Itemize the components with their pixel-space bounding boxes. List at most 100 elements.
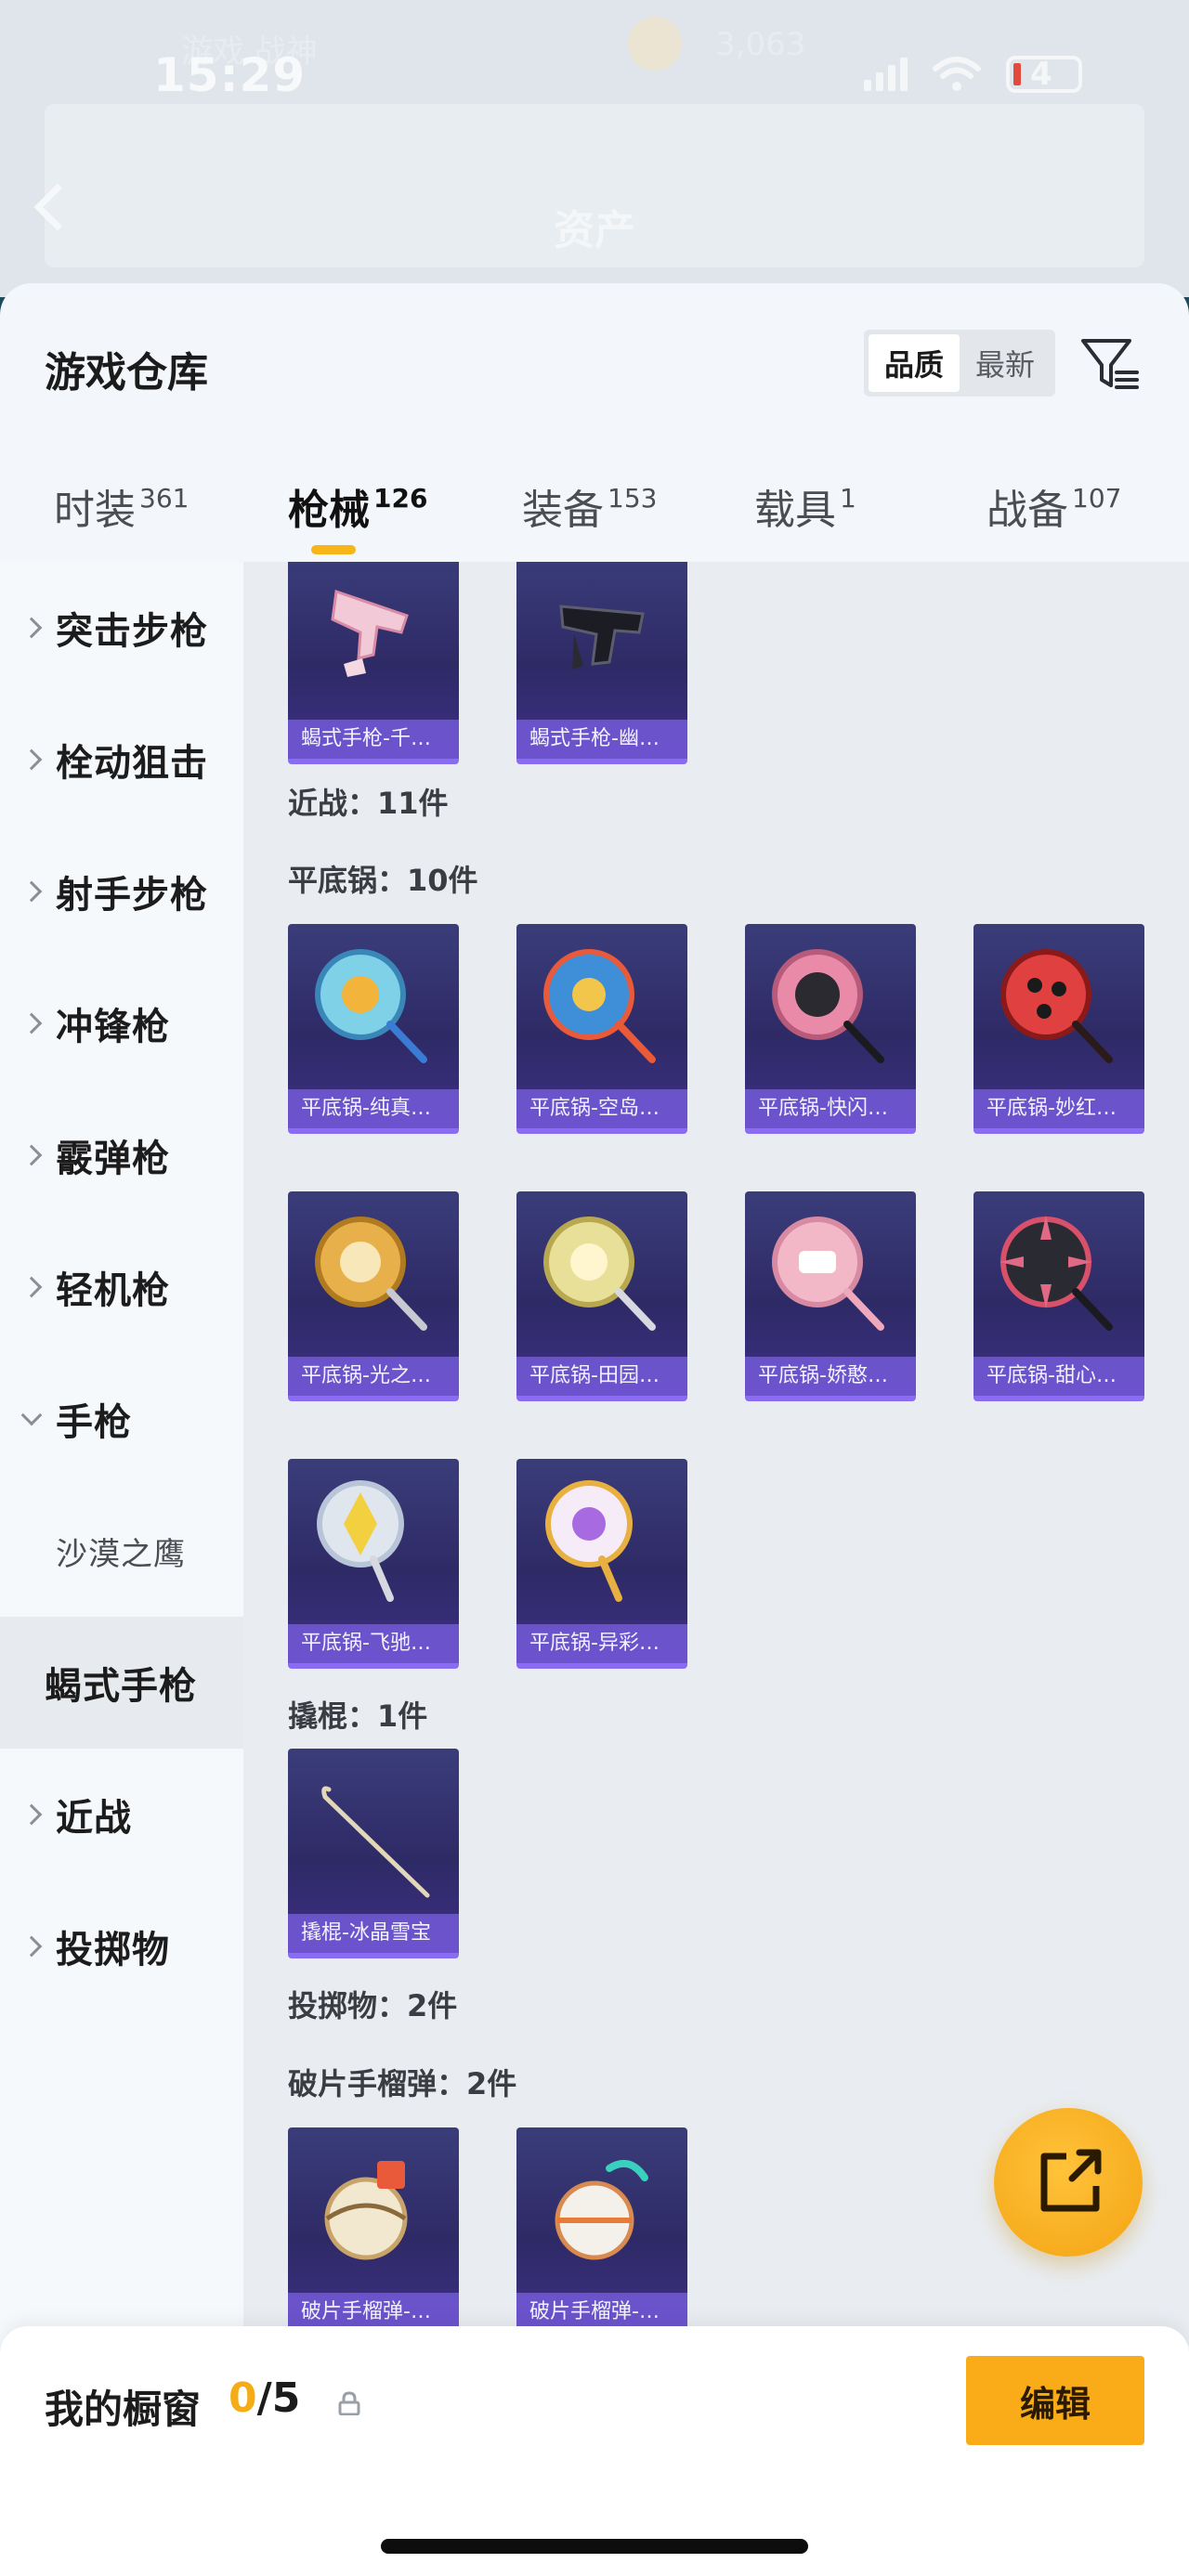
scorpion-pistol-dark-icon xyxy=(559,605,645,670)
sidebar-item-marksman-rifle[interactable]: 射手步枪 xyxy=(0,826,243,957)
item-card[interactable]: 平底锅-快闪… xyxy=(745,924,916,1134)
sidebar-item-pistol[interactable]: 手枪 xyxy=(0,1353,243,1485)
item-card-name: 蝎式手枪-千… xyxy=(288,720,459,759)
chevron-right-icon xyxy=(20,1276,43,1298)
wifi-icon xyxy=(933,57,981,91)
section-header-throwables: 投掷物：2件 xyxy=(288,1988,458,2023)
tab-count: 153 xyxy=(608,483,658,514)
item-card[interactable]: 破片手榴弹-… xyxy=(288,2127,459,2337)
showcase-count-total: /5 xyxy=(256,2374,301,2422)
frying-pan-icon xyxy=(772,1216,884,1331)
item-card[interactable]: 蝎式手枪-幽… xyxy=(516,562,687,764)
sidebar-item-bolt-sniper[interactable]: 栓动狙击 xyxy=(0,694,243,826)
sidebar-item-shotgun[interactable]: 霰弹枪 xyxy=(0,1089,243,1221)
battery-icon: 4 xyxy=(1006,56,1082,93)
tab-count: 107 xyxy=(1072,483,1122,514)
sidebar-item-label: 射手步枪 xyxy=(56,874,208,917)
frying-pan-icon xyxy=(315,1216,427,1331)
coin-icon xyxy=(628,17,682,71)
tab-label: 枪械 xyxy=(288,487,370,534)
tab-firearms[interactable]: 枪械 126 xyxy=(288,476,427,536)
item-card[interactable]: 平底锅-纯真… xyxy=(288,924,459,1134)
tab-equipment[interactable]: 装备 153 xyxy=(522,476,657,536)
item-card[interactable]: 蝎式手枪-千… xyxy=(288,562,459,764)
chevron-right-icon xyxy=(20,748,43,771)
sidebar-item-lmg[interactable]: 轻机枪 xyxy=(0,1221,243,1353)
sidebar-item-assault-rifle[interactable]: 突击步枪 xyxy=(0,562,243,694)
frag-grenade-icon xyxy=(324,2161,408,2260)
tab-fashion[interactable]: 时装 361 xyxy=(54,476,189,536)
showcase-count-current: 0 xyxy=(229,2374,257,2422)
sidebar-item-melee[interactable]: 近战 xyxy=(0,1749,243,1880)
status-time: 15:29 xyxy=(153,48,307,102)
share-external-icon xyxy=(1040,2149,1102,2212)
sort-toggle: 品质 最新 xyxy=(864,330,1055,397)
sidebar-subitem-desert-eagle[interactable]: 沙漠之鹰 xyxy=(0,1485,243,1617)
sidebar-item-label: 冲锋枪 xyxy=(56,1006,170,1048)
cellular-signal-icon xyxy=(864,58,908,91)
chevron-down-icon xyxy=(20,1404,43,1426)
section-header-crowbar: 撬棍：1件 xyxy=(288,1698,428,1734)
sidebar-item-label: 蝎式手枪 xyxy=(45,1665,197,1708)
sidebar-item-label: 沙漠之鹰 xyxy=(56,1535,186,1573)
tab-count: 361 xyxy=(139,483,189,514)
frying-pan-icon xyxy=(543,949,656,1063)
item-card-name: 平底锅-空岛… xyxy=(516,1089,687,1128)
item-card[interactable]: 撬棍-冰晶雪宝 xyxy=(288,1749,459,1958)
item-card[interactable]: 平底锅-娇憨… xyxy=(745,1191,916,1401)
frying-pan-icon xyxy=(545,1480,633,1602)
section-header-pan: 平底锅：10件 xyxy=(288,863,478,898)
section-header-frag-grenade: 破片手榴弹：2件 xyxy=(288,2066,517,2101)
item-card[interactable]: 平底锅-甜心… xyxy=(973,1191,1144,1401)
item-card-name: 平底锅-快闪… xyxy=(745,1089,916,1128)
item-card[interactable]: 平底锅-妙红… xyxy=(973,924,1144,1134)
item-card[interactable]: 平底锅-空岛… xyxy=(516,924,687,1134)
item-card[interactable]: 破片手榴弹-… xyxy=(516,2127,687,2337)
tab-vehicles[interactable]: 载具 1 xyxy=(754,476,856,536)
frying-pan-icon xyxy=(772,949,884,1063)
crowbar-icon xyxy=(321,1786,430,1898)
edit-button[interactable]: 编辑 xyxy=(966,2356,1144,2445)
chevron-right-icon xyxy=(20,1803,43,1826)
tab-combat-supplies[interactable]: 战备 107 xyxy=(986,476,1121,536)
showcase-title: 我的橱窗 xyxy=(45,2387,202,2432)
sidebar-item-label: 轻机枪 xyxy=(56,1269,170,1312)
share-fab-button[interactable] xyxy=(994,2108,1143,2257)
active-tab-indicator xyxy=(311,545,356,554)
frying-pan-icon xyxy=(543,1216,656,1331)
warehouse-sheet: 游戏仓库 品质 最新 时装 361 枪械 126 装备 153 载具 1 战备 107 突… xyxy=(0,283,1189,2576)
lock-icon xyxy=(338,2391,360,2415)
background-page: 游戏 战神 3,063 15:29 4 资产 xyxy=(0,0,1189,297)
frying-pan-icon xyxy=(1000,1216,1113,1331)
sidebar-subitem-scorpion-pistol[interactable]: 蝎式手枪 xyxy=(0,1617,243,1749)
item-card[interactable]: 平底锅-异彩… xyxy=(516,1459,687,1669)
home-indicator xyxy=(381,2539,808,2554)
item-card-name: 平底锅-田园… xyxy=(516,1357,687,1396)
sidebar-item-throwables[interactable]: 投掷物 xyxy=(0,1880,243,2012)
section-header-melee: 近战：11件 xyxy=(288,786,449,821)
item-card[interactable]: 平底锅-飞驰… xyxy=(288,1459,459,1669)
item-card-name: 平底锅-飞驰… xyxy=(288,1624,459,1663)
item-card-name: 平底锅-妙红… xyxy=(973,1089,1144,1128)
item-card[interactable]: 平底锅-光之… xyxy=(288,1191,459,1401)
item-card[interactable]: 平底锅-田园… xyxy=(516,1191,687,1401)
status-icons: 4 xyxy=(864,56,1082,93)
tab-count: 1 xyxy=(840,483,856,514)
chevron-right-icon xyxy=(20,1935,43,1958)
sort-quality-button[interactable]: 品质 xyxy=(869,334,960,392)
item-card-name: 平底锅-娇憨… xyxy=(745,1357,916,1396)
tab-label: 战备 xyxy=(986,487,1068,534)
sidebar-item-label: 栓动狙击 xyxy=(56,742,208,785)
battery-level: 4 xyxy=(1030,56,1052,93)
sidebar-item-smg[interactable]: 冲锋枪 xyxy=(0,957,243,1089)
item-card-name: 平底锅-纯真… xyxy=(288,1089,459,1128)
showcase-bar: 我的橱窗 0/5 编辑 xyxy=(0,2326,1189,2576)
chevron-right-icon xyxy=(20,617,43,639)
item-card-name: 蝎式手枪-幽… xyxy=(516,720,687,759)
sidebar-item-label: 投掷物 xyxy=(56,1929,170,1971)
tab-label: 装备 xyxy=(522,487,604,534)
sheet-title: 游戏仓库 xyxy=(45,349,208,397)
filter-icon[interactable] xyxy=(1078,332,1143,397)
sort-newest-button[interactable]: 最新 xyxy=(960,334,1051,392)
item-card-name: 平底锅-异彩… xyxy=(516,1624,687,1663)
